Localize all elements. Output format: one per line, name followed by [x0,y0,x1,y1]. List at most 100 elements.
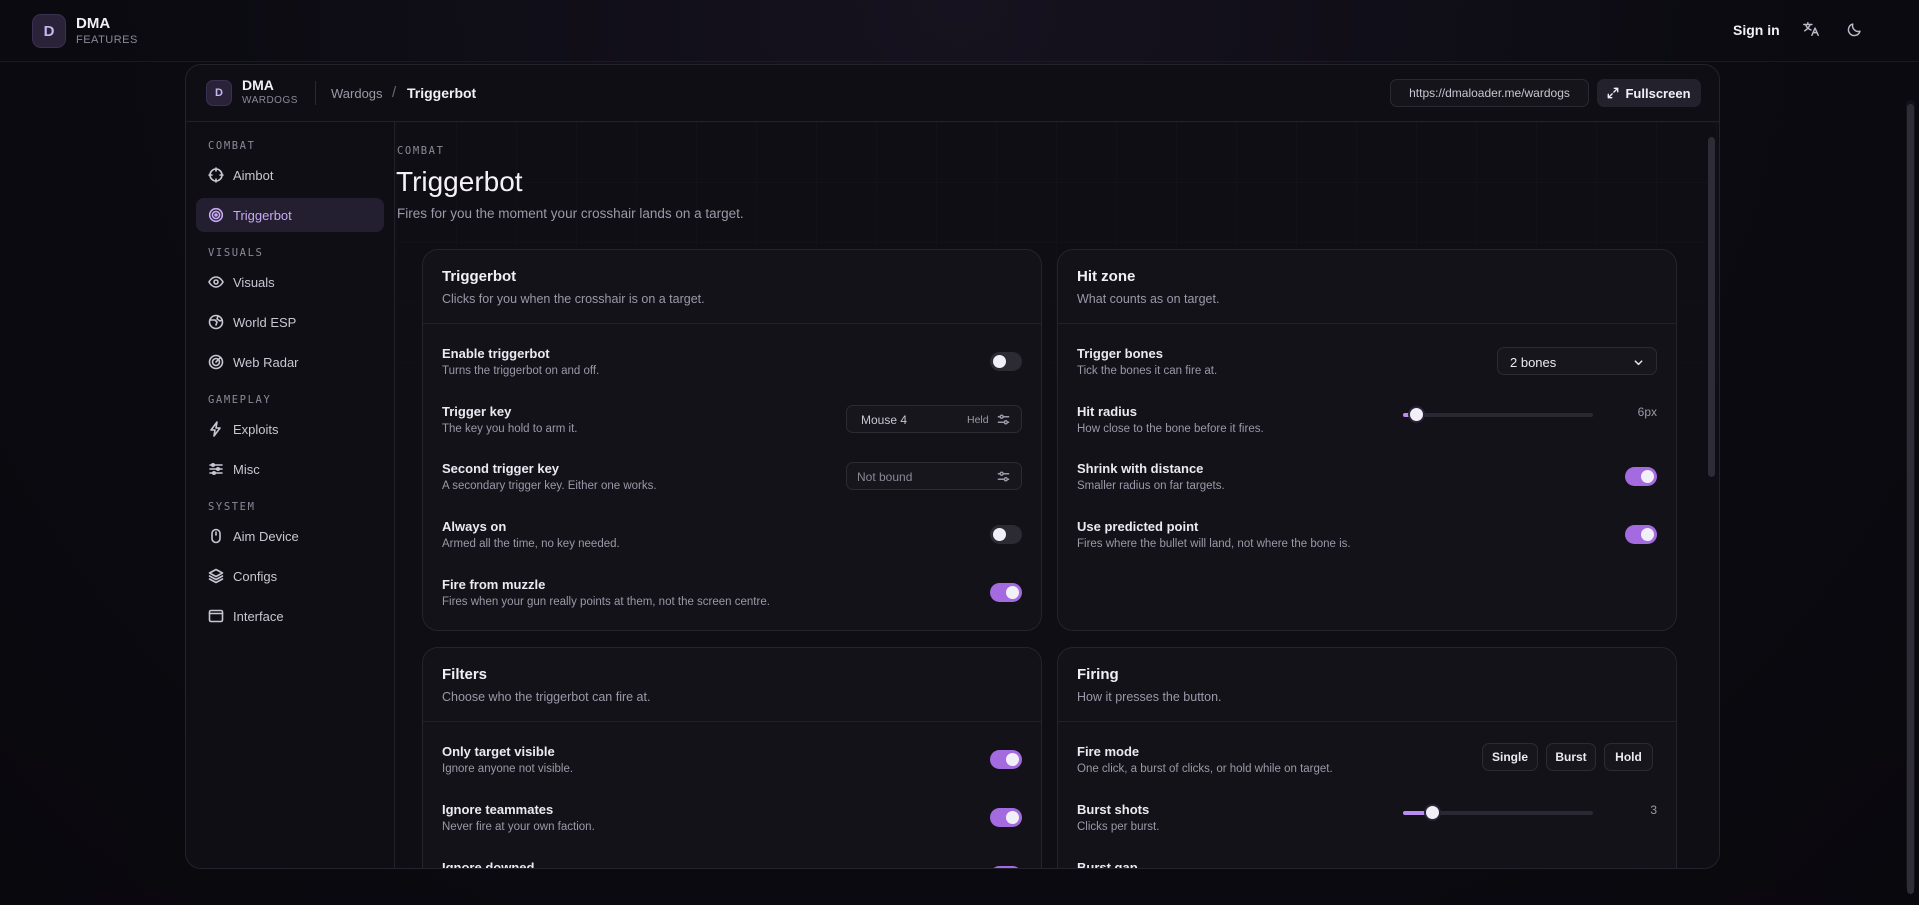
setting-hint: A secondary trigger key. Either one work… [442,480,657,492]
setting-fire-mode: Fire mode One click, a burst of clicks, … [1058,740,1676,788]
card-header: Filters Choose who the triggerbot can fi… [423,648,1041,722]
translate-icon[interactable] [1802,20,1822,40]
sidebar-item-exploits[interactable]: Exploits [196,412,384,446]
layers-icon [208,568,224,584]
setting-label: Always on [442,519,507,534]
sidebar-item-label: Misc [233,461,260,477]
page-description: Fires for you the moment your crosshair … [397,206,744,221]
sidebar-group-gameplay: GAMEPLAY [208,394,272,406]
setting-ignore-teammates: Ignore teammates Never fire at your own … [423,798,1041,846]
setting-burst-shots: Burst shots Clicks per burst. 3 [1058,798,1676,846]
burst-shots-slider[interactable] [1403,806,1593,819]
setting-shrink-with-distance: Shrink with distance Smaller radius on f… [1058,457,1676,505]
enable-triggerbot-toggle[interactable] [990,352,1022,371]
breadcrumb-separator: / [392,84,397,101]
chevron-down-icon [1634,360,1643,366]
setting-fire-from-muzzle: Fire from muzzle Fires when your gun rea… [423,573,1041,621]
setting-hint: Smaller radius on far targets. [1077,480,1225,492]
sidebar-item-configs[interactable]: Configs [196,559,384,593]
sidebar-item-label: World ESP [233,314,297,330]
setting-hint: Fires where the bullet will land, not wh… [1077,538,1351,550]
header-divider [315,81,316,105]
sidebar-group-visuals: VISUALS [208,247,264,259]
slider-handle[interactable] [1410,408,1424,421]
sidebar-item-world-esp[interactable]: World ESP [196,305,384,339]
setting-ignore-downed: Ignore downed [423,856,1041,869]
setting-use-predicted-point: Use predicted point Fires where the bull… [1058,515,1676,563]
burst-shots-value: 3 [1650,803,1657,817]
shrink-with-distance-toggle[interactable] [1625,467,1657,486]
sidebar-item-interface[interactable]: Interface [196,599,384,633]
fullscreen-button[interactable]: Fullscreen [1597,79,1701,107]
sidebar: COMBAT Aimbot Triggerbot VISUALS Visuals… [186,122,395,868]
card-subtitle: Choose who the triggerbot can fire at. [442,690,651,704]
sidebar-item-label: Triggerbot [233,207,292,223]
page-title: Triggerbot [396,166,523,197]
always-on-toggle[interactable] [990,525,1022,544]
sidebar-item-label: Visuals [233,274,275,290]
setting-trigger-key: Trigger key The key you hold to arm it. … [423,400,1041,448]
fire-from-muzzle-toggle[interactable] [990,583,1022,602]
setting-hint: Clicks per burst. [1077,821,1160,833]
fire-mode-single-button[interactable]: Single [1482,743,1538,771]
radar-icon [208,354,224,370]
breadcrumb-wardogs[interactable]: Wardogs [331,86,383,101]
brand-logo[interactable]: D [32,14,66,48]
panel-name: DMA [242,77,274,93]
trigger-key-binder[interactable]: Mouse 4 Held [846,405,1022,433]
card-firing: Firing How it presses the button. Fire m… [1057,647,1677,869]
page-scrollbar-thumb[interactable] [1907,104,1914,894]
sidebar-item-aimbot[interactable]: Aimbot [196,158,384,192]
ignore-teammates-toggle[interactable] [990,808,1022,827]
panel-logo: D [206,80,232,106]
card-subtitle: Clicks for you when the crosshair is on … [442,292,705,306]
sidebar-item-visuals[interactable]: Visuals [196,265,384,299]
sidebar-item-label: Web Radar [233,354,299,370]
sidebar-item-web-radar[interactable]: Web Radar [196,345,384,379]
sidebar-item-triggerbot[interactable]: Triggerbot [196,198,384,232]
expand-icon [1608,87,1619,99]
panel-subtitle: WARDOGS [242,95,298,106]
slider-handle[interactable] [1425,806,1439,819]
setting-label: Ignore downed [442,860,535,869]
card-header: Firing How it presses the button. [1058,648,1676,722]
key-mode: Held [967,414,989,426]
sidebar-group-combat: COMBAT [208,140,256,152]
setting-label: Fire mode [1077,744,1140,759]
setting-label: Shrink with distance [1077,461,1204,476]
hit-radius-value: 6px [1637,405,1657,419]
setting-label: Hit radius [1077,404,1137,419]
content-scrollbar[interactable] [1707,125,1716,865]
select-value: 2 bones [1510,355,1557,370]
content-scrollbar-thumb[interactable] [1708,137,1715,477]
setting-hint: Ignore anyone not visible. [442,763,574,775]
only-target-visible-toggle[interactable] [990,750,1022,769]
sign-in-link[interactable]: Sign in [1733,22,1780,38]
hit-radius-slider[interactable] [1403,408,1593,421]
settings-sliders-icon [997,414,1010,425]
sidebar-item-label: Aim Device [233,528,299,544]
settings-sliders-icon [997,471,1010,482]
setting-label: Burst gap [1077,860,1138,869]
ignore-downed-toggle[interactable] [990,866,1022,868]
fire-mode-hold-button[interactable]: Hold [1604,743,1653,771]
card-title: Triggerbot [442,268,517,285]
fire-mode-burst-button[interactable]: Burst [1546,743,1596,771]
sidebar-item-aim-device[interactable]: Aim Device [196,519,384,553]
second-trigger-key-binder[interactable]: Not bound [846,462,1022,490]
url-display[interactable]: https://dmaloader.me/wardogs [1390,79,1589,107]
setting-hit-radius: Hit radius How close to the bone before … [1058,400,1676,448]
setting-label: Ignore teammates [442,802,554,817]
panel-header: D DMA WARDOGS Wardogs / Triggerbot https… [186,65,1719,122]
page-section-label: COMBAT [397,145,445,157]
setting-label: Trigger key [442,404,512,419]
setting-hint: How close to the bone before it fires. [1077,423,1264,435]
brand-name[interactable]: DMA [76,15,110,32]
theme-moon-icon[interactable] [1846,20,1866,40]
card-title: Firing [1077,666,1119,683]
use-predicted-point-toggle[interactable] [1625,525,1657,544]
setting-hint: Tick the bones it can fire at. [1077,365,1218,377]
sidebar-item-misc[interactable]: Misc [196,452,384,486]
setting-trigger-bones: Trigger bones Tick the bones it can fire… [1058,342,1676,390]
trigger-bones-dropdown[interactable]: 2 bones [1497,347,1657,375]
